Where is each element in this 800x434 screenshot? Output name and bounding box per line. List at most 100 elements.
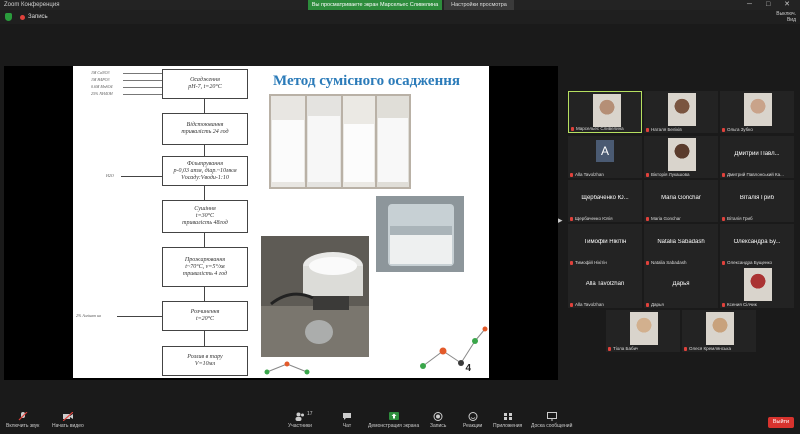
flow-arrow bbox=[204, 233, 205, 247]
participant-tile[interactable]: Alla Tavolzhan Alla Tavolzhan bbox=[568, 266, 642, 308]
window-controls[interactable]: ─ □ ✕ bbox=[747, 0, 796, 10]
participant-label-text: Alla Tavolzhan bbox=[575, 302, 604, 307]
participant-avatar: A bbox=[596, 140, 614, 162]
unmute-button[interactable]: Включить звук bbox=[6, 412, 39, 429]
share-screen-icon bbox=[388, 412, 399, 420]
muted-mic-icon bbox=[646, 172, 649, 177]
muted-mic-icon bbox=[570, 172, 573, 177]
participant-label: Щербаченко Юлія bbox=[570, 216, 613, 221]
participant-tile[interactable]: Тимофій Нікітін Тимофій Нікітін bbox=[568, 224, 642, 266]
flow-arrow bbox=[123, 87, 163, 88]
muted-mic-icon bbox=[722, 172, 725, 177]
participant-tile[interactable]: Щербаченко Ю... Щербаченко Юлія bbox=[568, 180, 642, 222]
participant-label-text: Вікторія Лукашова bbox=[651, 172, 690, 177]
view-button[interactable]: Выключ. Вид bbox=[776, 10, 796, 23]
participant-tile[interactable]: Ольга Зубко bbox=[720, 91, 794, 133]
participant-tile[interactable]: Олеся Кремлянська bbox=[682, 310, 756, 352]
meeting-toolbar: Включить звук Начать видео Участники 17 … bbox=[0, 408, 800, 434]
side-input-label: 2% Алгінат на bbox=[76, 313, 102, 318]
participant-label-text: Natalia Sabadash bbox=[651, 260, 687, 265]
view-options-button[interactable]: Настройки просмотра bbox=[444, 0, 514, 10]
slide-title: Метод сумісного осадження bbox=[273, 73, 460, 89]
flow-step: Прожарювання t~70°С, v=5°/хв тривалість 4 … bbox=[162, 247, 248, 287]
participant-tile[interactable]: Дарья Дарья bbox=[644, 266, 718, 308]
participant-name: Alla Tavolzhan bbox=[585, 281, 625, 287]
participant-label: Марсельес Сливелина bbox=[571, 126, 624, 131]
participant-tile[interactable]: A Alla Tavolzhan bbox=[568, 136, 642, 178]
muted-mic-icon bbox=[570, 216, 573, 221]
whiteboard-button[interactable]: Доска сообщений bbox=[531, 412, 572, 429]
chat-button[interactable]: Чат bbox=[342, 412, 352, 429]
participant-label-text: Ксения Сілчик bbox=[727, 302, 757, 307]
title-bar: Zoom Конференция Вы просматриваете экран… bbox=[0, 0, 800, 10]
participant-label-text: Олександра Бущенко bbox=[727, 260, 772, 265]
share-screen-button[interactable]: Демонстрация экрана bbox=[368, 412, 419, 429]
whiteboard-icon bbox=[546, 412, 557, 421]
apps-icon bbox=[503, 413, 512, 420]
participant-tile[interactable]: Дмитрий Павл... Дмитрий Павлонський Ка... bbox=[720, 136, 794, 178]
microphone-muted-icon bbox=[18, 412, 28, 421]
participant-tile[interactable]: Олександра Бу... Олександра Бущенко bbox=[720, 224, 794, 266]
participant-video bbox=[630, 312, 658, 345]
participant-tile[interactable]: Ксения Сілчик bbox=[720, 266, 794, 308]
participant-tile[interactable]: Марсельес Сливелина bbox=[568, 91, 642, 133]
presentation-slide: Метод сумісного осадження 1М CaNO3 1М Н4… bbox=[73, 66, 489, 378]
reactions-button[interactable]: Реакции bbox=[463, 412, 482, 429]
flow-arrow bbox=[123, 80, 163, 81]
slide-page-number: 4 bbox=[465, 363, 471, 374]
participant-label: Maria Gonchar bbox=[646, 216, 681, 221]
muted-mic-icon bbox=[646, 127, 649, 132]
participant-label: Alla Tavolzhan bbox=[570, 172, 604, 177]
participant-tile[interactable]: Віталія Гриб Віталія Гриб bbox=[720, 180, 794, 222]
reactions-label: Реакции bbox=[463, 423, 483, 429]
flow-arrow bbox=[204, 145, 205, 156]
participant-label: Вікторія Лукашова bbox=[646, 172, 690, 177]
participant-label: Наталя Беліків bbox=[646, 127, 682, 132]
participant-label: Тіола Бабич bbox=[608, 346, 638, 351]
apps-label: Приложения bbox=[493, 423, 523, 429]
participant-name: Дарья bbox=[672, 281, 690, 287]
participant-label: Natalia Sabadash bbox=[646, 260, 687, 265]
security-shield-icon[interactable] bbox=[5, 13, 12, 21]
participant-tile[interactable]: Maria Gonchar Maria Gonchar bbox=[644, 180, 718, 222]
participant-label: Ксения Сілчик bbox=[722, 302, 757, 307]
participant-name: Дмитрий Павл... bbox=[734, 151, 780, 157]
start-video-button[interactable]: Начать видео bbox=[52, 412, 84, 429]
participants-label: Участники bbox=[288, 423, 312, 429]
molecule-decoration bbox=[420, 326, 488, 369]
participant-label: Олеся Кремлянська bbox=[684, 346, 731, 351]
participant-label-text: Щербаченко Юлія bbox=[575, 216, 613, 221]
muted-mic-icon bbox=[646, 302, 649, 307]
chevron-right-icon[interactable]: ▸ bbox=[558, 215, 563, 226]
participant-label-text: Ольга Зубко bbox=[727, 127, 753, 132]
input-label: 1М Н4РО3 bbox=[91, 77, 110, 82]
participant-name: Віталія Гриб bbox=[739, 195, 775, 201]
participant-label-text: Тіола Бабич bbox=[613, 346, 639, 351]
participant-tile[interactable]: Вікторія Лукашова bbox=[644, 136, 718, 178]
record-button[interactable]: Запись bbox=[430, 412, 446, 429]
apps-button[interactable]: Приложения bbox=[493, 412, 522, 429]
flow-arrow bbox=[123, 94, 163, 95]
flow-step: Сушіння t=30°С тривалість 48год bbox=[162, 200, 248, 233]
chat-icon bbox=[343, 413, 351, 420]
flow-arrow bbox=[204, 331, 205, 346]
participant-label: Тимофій Нікітін bbox=[570, 260, 607, 265]
input-label: 25% NH4OH bbox=[91, 91, 113, 96]
muted-mic-icon bbox=[646, 260, 649, 265]
muted-mic-icon bbox=[722, 127, 725, 132]
participant-tile[interactable]: Natalia Sabadash Natalia Sabadash bbox=[644, 224, 718, 266]
participant-name: Щербаченко Ю... bbox=[581, 195, 629, 201]
muted-mic-icon bbox=[571, 126, 574, 131]
leave-button[interactable]: Выйти bbox=[768, 417, 794, 428]
participant-tile[interactable]: Тіола Бабич bbox=[606, 310, 680, 352]
muted-mic-icon bbox=[570, 260, 573, 265]
participants-icon bbox=[295, 412, 304, 421]
participant-label-text: Олеся Кремлянська bbox=[689, 346, 731, 351]
participant-name: Natalia Sabadash bbox=[657, 239, 705, 245]
start-video-label: Начать видео bbox=[52, 423, 84, 429]
participant-name: Олександра Бу... bbox=[733, 239, 781, 245]
flow-step: Осадження pH-7, t=20°С bbox=[162, 69, 248, 99]
unmute-label: Включить звук bbox=[6, 423, 40, 429]
participant-tile[interactable]: Наталя Беліків bbox=[644, 91, 718, 133]
input-label: 0.6М MnSO4 bbox=[91, 84, 113, 89]
